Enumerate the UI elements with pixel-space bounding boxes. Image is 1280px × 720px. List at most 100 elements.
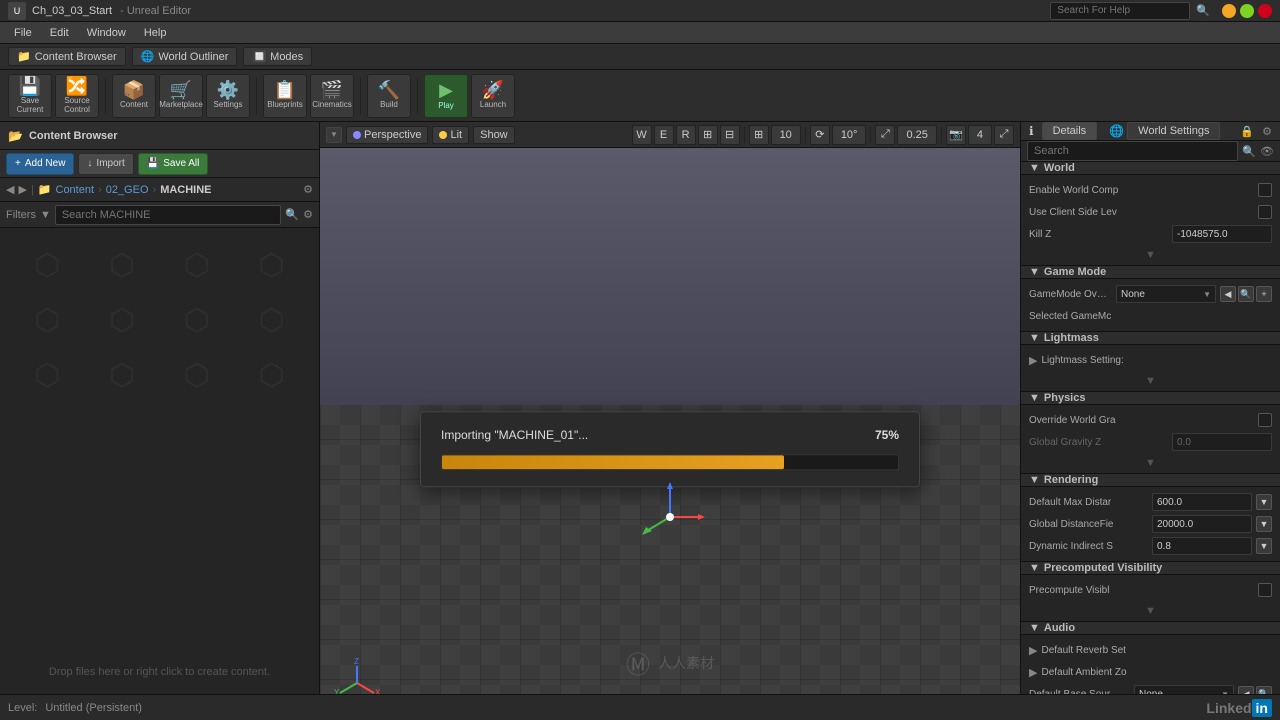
viewport-scene[interactable]: Importing "MACHINE_01"... 75% xyxy=(320,148,1020,720)
filters-dropdown-icon[interactable]: ▼ xyxy=(40,209,51,221)
section-world-header[interactable]: ▼ World xyxy=(1021,162,1280,175)
scale-size-btn[interactable]: 0.25 xyxy=(897,125,936,145)
viewport-rotate-btn[interactable]: E xyxy=(654,125,674,145)
details-search-input[interactable] xyxy=(1027,141,1238,161)
nav-forward-icon[interactable]: ▶ xyxy=(18,183,26,196)
panel-options-icon[interactable]: ⚙ xyxy=(1262,125,1272,138)
maximize-button[interactable] xyxy=(1240,4,1254,18)
save-current-button[interactable]: 💾 Save Current xyxy=(8,74,52,118)
section-rendering-header[interactable]: ▼ Rendering xyxy=(1021,474,1280,487)
nav-back-icon[interactable]: ◀ xyxy=(6,183,14,196)
filters-label[interactable]: Filters xyxy=(6,209,36,221)
folder-settings-icon[interactable]: ⚙ xyxy=(303,183,313,196)
minimize-button[interactable] xyxy=(1222,4,1236,18)
scale-snap-btn[interactable]: ⤢ xyxy=(875,125,895,145)
transform-gizmo[interactable] xyxy=(630,477,710,560)
viewport-snap-btn[interactable]: ⊟ xyxy=(720,125,740,145)
dynamic-value[interactable]: 0.8 xyxy=(1152,537,1252,555)
marketplace-button[interactable]: 🛒 Marketplace xyxy=(159,74,203,118)
close-button[interactable] xyxy=(1258,4,1272,18)
search-help-icon[interactable]: 🔍 xyxy=(1196,4,1210,17)
play-button[interactable]: ▶ Play xyxy=(424,74,468,118)
scale-size-label: 0.25 xyxy=(906,129,927,141)
content-settings-icon[interactable]: ⚙ xyxy=(303,208,313,221)
show-button[interactable]: Show xyxy=(473,126,515,144)
blueprints-button[interactable]: 📋 Blueprints xyxy=(263,74,307,118)
details-search-icon[interactable]: 🔍 xyxy=(1242,145,1256,158)
world-expand-btn[interactable]: ▼ xyxy=(1145,249,1156,261)
global-dist-expand[interactable]: ▼ xyxy=(1256,516,1272,532)
dynamic-expand[interactable]: ▼ xyxy=(1256,538,1272,554)
content-browser-toggle[interactable]: 📁 Content Browser xyxy=(8,47,126,66)
ambient-expand-icon[interactable]: ▶ xyxy=(1029,666,1037,679)
lit-mode-button[interactable]: Lit xyxy=(432,126,469,144)
rotation-size-btn[interactable]: 10° xyxy=(832,125,867,145)
modes-toggle[interactable]: 🔲 Modes xyxy=(243,47,312,66)
use-client-side-checkbox[interactable] xyxy=(1258,205,1272,219)
content-browser-search[interactable] xyxy=(55,205,282,225)
settings-button[interactable]: ⚙️ Settings xyxy=(206,74,250,118)
breadcrumb-machine[interactable]: MACHINE xyxy=(160,184,211,196)
section-lightmass-header[interactable]: ▼ Lightmass xyxy=(1021,332,1280,345)
physics-expand-btn[interactable]: ▼ xyxy=(1145,457,1156,469)
viewport-local-btn[interactable]: ⊞ xyxy=(698,125,718,145)
grid-snap-btn[interactable]: ⊞ xyxy=(749,125,769,145)
content-button[interactable]: 📦 Content xyxy=(112,74,156,118)
default-max-value[interactable]: 600.0 xyxy=(1152,493,1252,511)
reverb-expand-icon[interactable]: ▶ xyxy=(1029,644,1037,657)
world-outliner-toggle[interactable]: 🌐 World Outliner xyxy=(132,47,238,66)
prop-global-gravity-z: Global Gravity Z 0.0 xyxy=(1029,431,1272,453)
global-dist-value[interactable]: 20000.0 xyxy=(1152,515,1252,533)
precompute-visibility-checkbox[interactable] xyxy=(1258,583,1272,597)
viewport-dropdown-btn[interactable]: ▼ xyxy=(326,127,342,143)
lightmass-expand-btn[interactable]: ▼ xyxy=(1145,375,1156,387)
search-for-help-input[interactable] xyxy=(1050,2,1190,20)
enable-world-comp-checkbox[interactable] xyxy=(1258,183,1272,197)
menu-edit[interactable]: Edit xyxy=(42,25,77,41)
menu-window[interactable]: Window xyxy=(79,25,134,41)
default-max-expand[interactable]: ▼ xyxy=(1256,494,1272,510)
rotation-snap-btn[interactable]: ⟳ xyxy=(810,125,830,145)
section-world-content: Enable World Comp Use Client Side Lev Ki… xyxy=(1021,175,1280,266)
section-audio-header[interactable]: ▼ Audio xyxy=(1021,622,1280,635)
save-all-button[interactable]: 💾 Save All xyxy=(138,153,209,175)
launch-button[interactable]: 🚀 Launch xyxy=(471,74,515,118)
source-control-button[interactable]: 🔀 Source Control xyxy=(55,74,99,118)
section-physics-header[interactable]: ▼ Physics xyxy=(1021,392,1280,405)
section-precomputed-header[interactable]: ▼ Precomputed Visibility xyxy=(1021,562,1280,575)
details-view-icon[interactable]: 👁 xyxy=(1260,145,1274,158)
show-label: Show xyxy=(480,129,508,141)
perspective-mode-button[interactable]: Perspective xyxy=(346,126,428,144)
lightmass-expand-icon[interactable]: ▶ xyxy=(1029,354,1037,367)
cinematics-button[interactable]: 🎬 Cinematics xyxy=(310,74,354,118)
gamemode-btn-1[interactable]: ◀ xyxy=(1220,286,1236,302)
viewport-scale-btn[interactable]: R xyxy=(676,125,696,145)
details-tab[interactable]: Details xyxy=(1042,122,1098,140)
gamemode-btn-2[interactable]: 🔍 xyxy=(1238,286,1254,302)
precomputed-expand-btn[interactable]: ▼ xyxy=(1145,605,1156,617)
override-gravity-checkbox[interactable] xyxy=(1258,413,1272,427)
maximize-viewport-btn[interactable]: ⤢ xyxy=(994,125,1014,145)
import-button[interactable]: ↓ Import xyxy=(78,153,133,175)
world-settings-tab[interactable]: World Settings xyxy=(1127,122,1220,140)
gamemode-override-dropdown[interactable]: None ▼ xyxy=(1116,285,1216,303)
add-new-button[interactable]: + Add New xyxy=(6,153,74,175)
viewport[interactable]: ▼ Perspective Lit Show W E R ⊞ xyxy=(320,122,1020,720)
menu-help[interactable]: Help xyxy=(136,25,175,41)
panel-lock-icon[interactable]: 🔒 xyxy=(1240,125,1254,138)
menu-file[interactable]: File xyxy=(6,25,40,41)
kill-z-value[interactable]: -1048575.0 xyxy=(1172,225,1272,243)
camera-speed-btn[interactable]: 📷 xyxy=(946,125,966,145)
build-button[interactable]: 🔨 Build xyxy=(367,74,411,118)
window-controls xyxy=(1222,4,1272,18)
breadcrumb-geo[interactable]: 02_GEO xyxy=(106,184,149,196)
breadcrumb-content[interactable]: Content xyxy=(56,184,95,196)
search-icon[interactable]: 🔍 xyxy=(285,208,299,221)
camera-speed-value-btn[interactable]: 4 xyxy=(968,125,992,145)
precomputed-collapse-icon: ▼ xyxy=(1029,562,1040,574)
content-browser-title: Content Browser xyxy=(29,130,118,142)
grid-size-btn[interactable]: 10 xyxy=(771,125,801,145)
viewport-translate-btn[interactable]: W xyxy=(632,125,652,145)
section-game-mode-header[interactable]: ▼ Game Mode xyxy=(1021,266,1280,279)
gamemode-btn-3[interactable]: + xyxy=(1256,286,1272,302)
